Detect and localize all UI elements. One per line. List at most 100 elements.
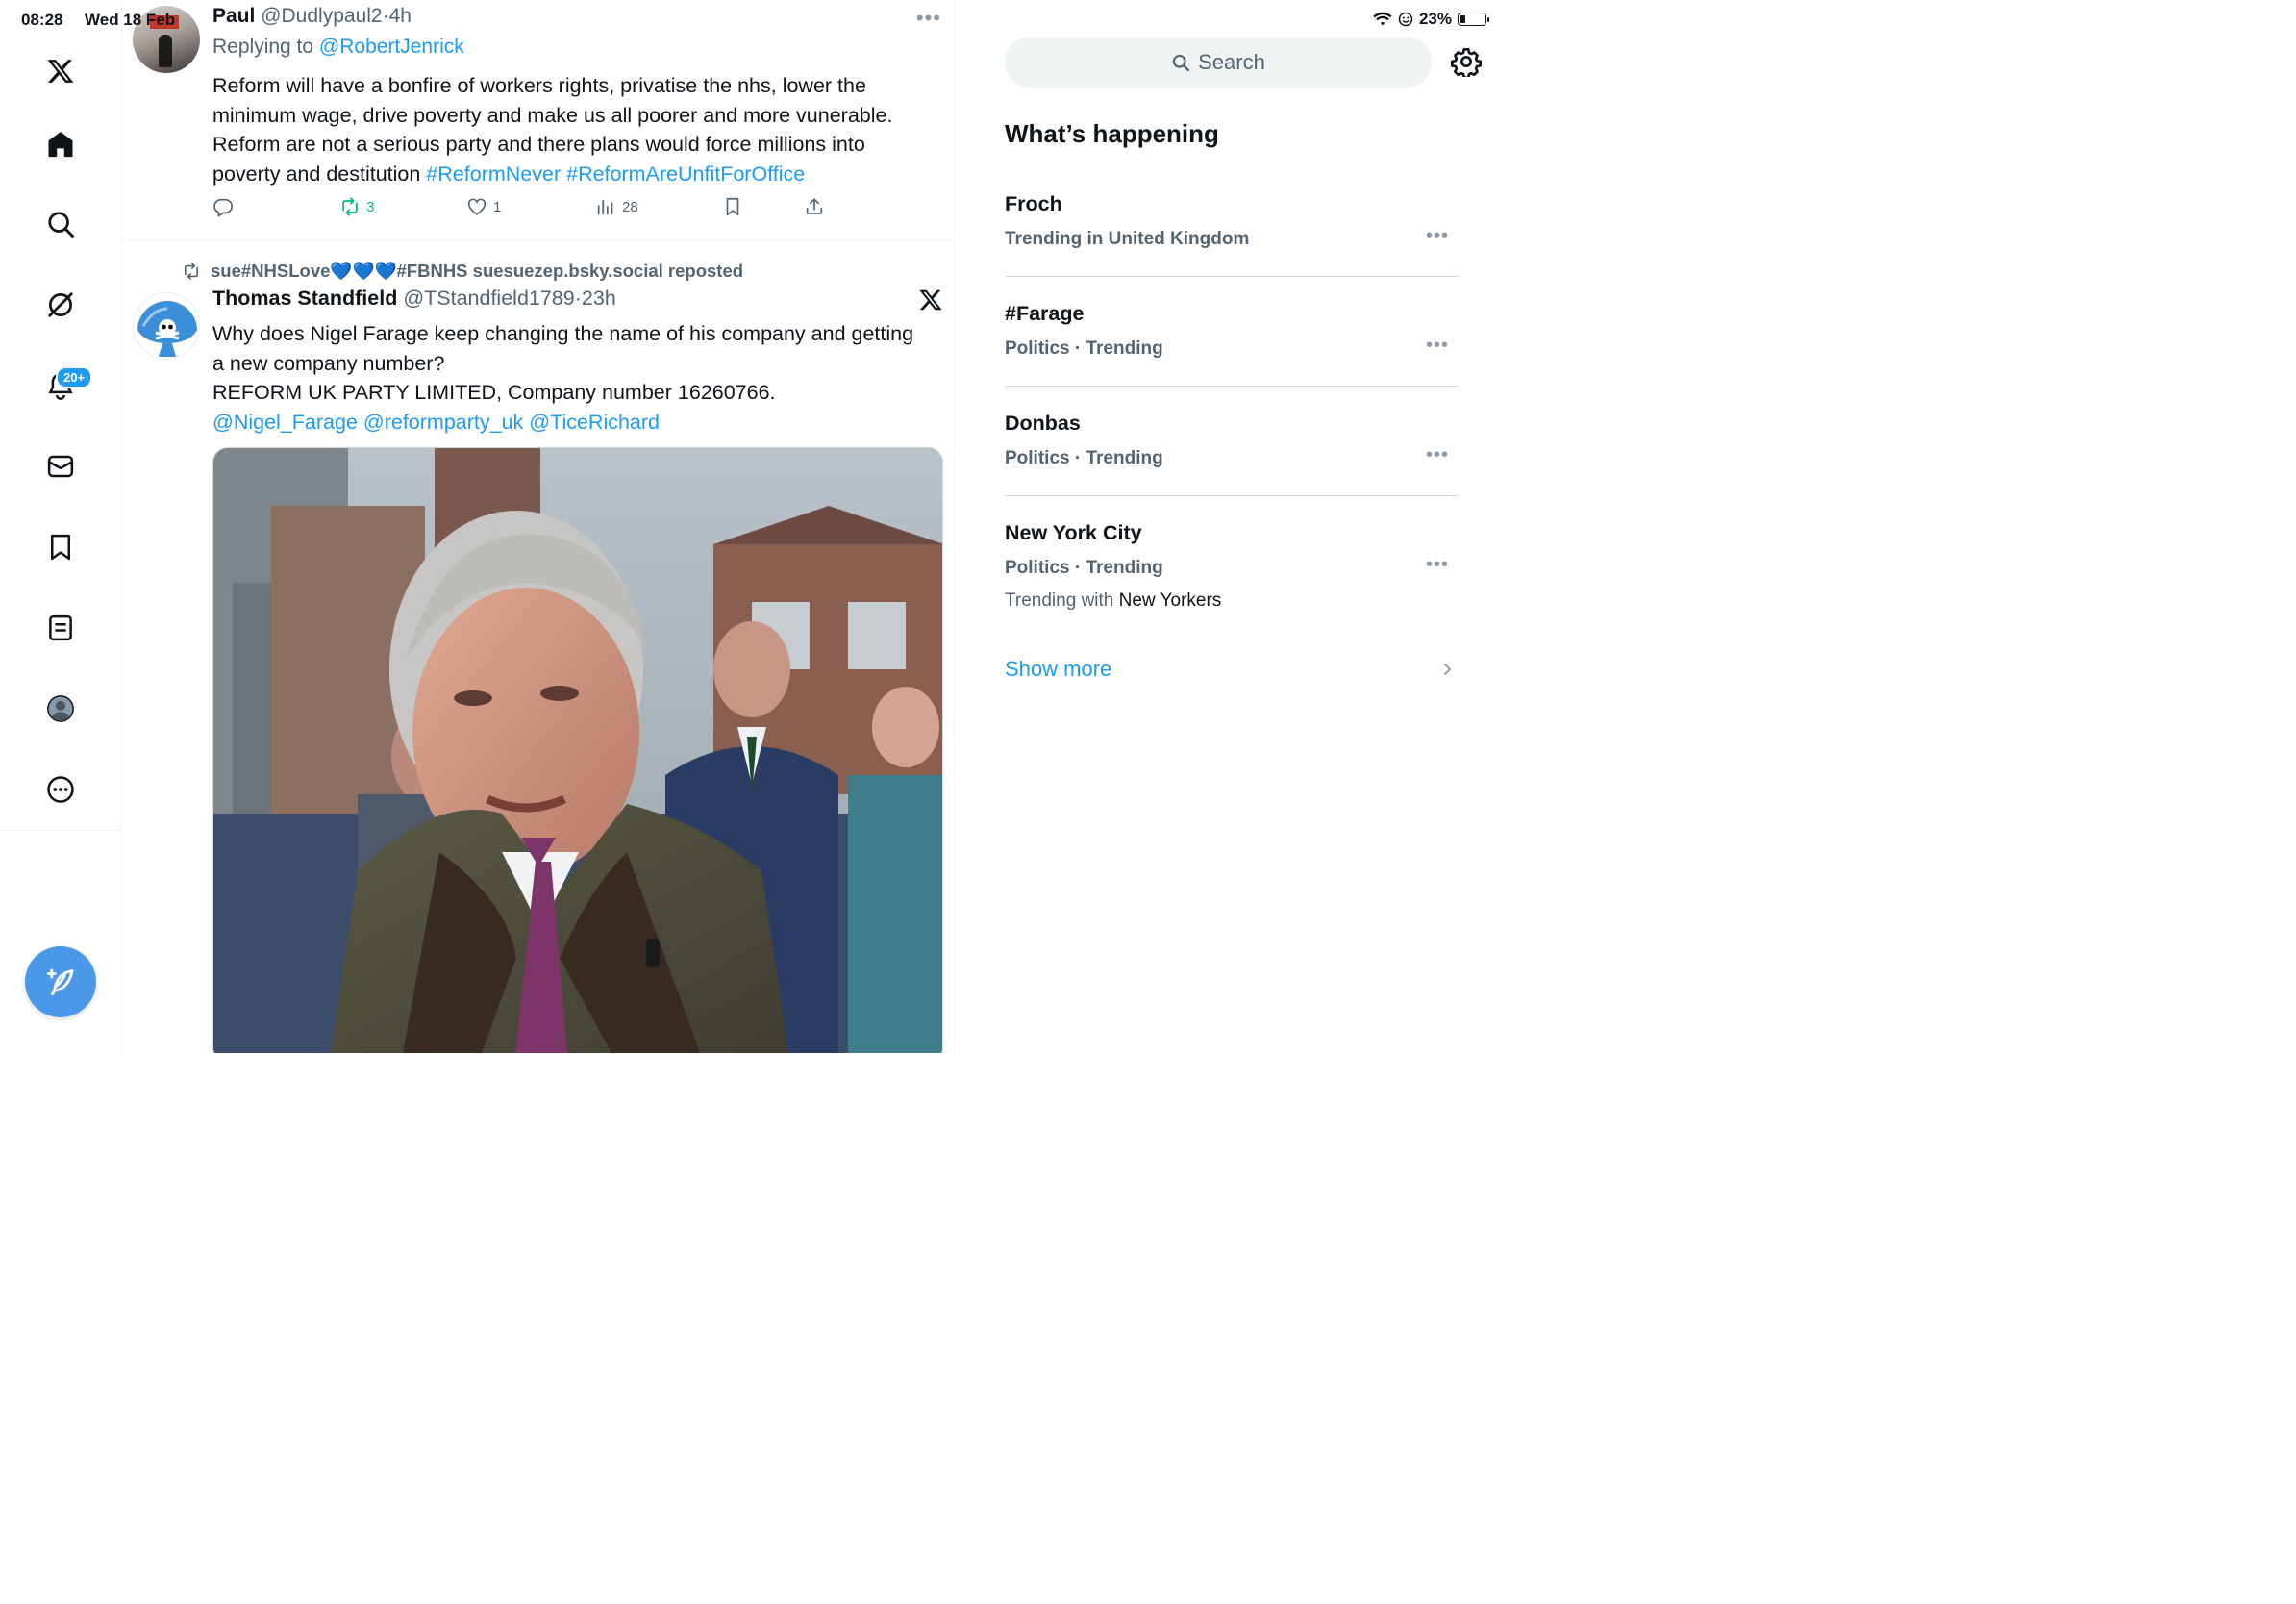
chevron-right-icon[interactable] [1441, 660, 1455, 679]
like-count: 1 [493, 198, 502, 215]
lists-icon[interactable] [37, 605, 84, 651]
bookmarks-icon[interactable] [37, 524, 84, 570]
post-separator: · [574, 287, 582, 310]
post-text-line: Reform are not a serious party and there… [212, 133, 865, 156]
repost-icon [342, 197, 358, 216]
x-logo-icon[interactable] [918, 288, 943, 313]
post-author-name[interactable]: Paul [212, 5, 255, 27]
replying-to-handle[interactable]: @RobertJenrick [319, 36, 464, 58]
post-time[interactable]: 4h [389, 5, 412, 27]
post-author-handle[interactable]: @Dudlypaul2 [261, 5, 382, 27]
trend-name: #Farage [1005, 302, 1085, 325]
compose-post-button[interactable] [25, 946, 96, 1017]
trend-item[interactable]: Donbas Politics · Trending ••• [1005, 402, 1459, 496]
trend-more-options-icon[interactable]: ••• [1426, 225, 1449, 247]
search-icon[interactable] [37, 201, 84, 247]
trend-name: New York City [1005, 521, 1142, 544]
search-placeholder: Search [1198, 49, 1265, 74]
settings-gear-icon[interactable] [1451, 46, 1482, 77]
mention-link[interactable]: @Nigel_Farage [212, 411, 358, 434]
post[interactable]: sue#NHSLove💙💙💙#FBNHS suesuezep.bsky.soci… [122, 241, 954, 1053]
avatar[interactable] [133, 6, 200, 73]
x-logo-icon[interactable] [37, 48, 84, 94]
post-text-line: @Nigel_Farage @reformparty_uk @TiceRicha… [212, 408, 943, 438]
share-icon [806, 198, 823, 214]
trend-context-value: New Yorkers [1118, 590, 1222, 611]
hashtag-link[interactable]: #ReformAreUnfitForOffice [566, 163, 805, 186]
right-sidebar: Search What’s happening Froch Trending i… [955, 0, 1508, 1053]
timeline: Paul @Dudlypaul2·4h ••• Replying to @Rob… [122, 0, 955, 1053]
views-count: 28 [622, 198, 638, 215]
post-media-photo[interactable] [212, 447, 943, 1053]
post-header: Thomas Standfield @TStandfield1789·23h [212, 287, 616, 311]
repost-icon [184, 263, 199, 280]
trend-meta: Politics · Trending [1005, 338, 1163, 359]
search-icon [1172, 54, 1190, 71]
repost-attribution[interactable]: sue#NHSLove💙💙💙#FBNHS suesuezep.bsky.soci… [182, 261, 743, 282]
trend-more-options-icon[interactable]: ••• [1426, 554, 1449, 576]
feather-plus-icon [46, 968, 74, 996]
reply-button[interactable] [212, 196, 234, 217]
profile-avatar-icon[interactable] [37, 686, 84, 732]
bookmark-button[interactable] [722, 196, 743, 217]
left-navigation: 20+ [0, 0, 122, 1053]
post-text-line: Why does Nigel Farage keep changing the … [212, 322, 914, 345]
search-input[interactable]: Search [1005, 37, 1432, 88]
post-text-line: REFORM UK PARTY LIMITED, Company number … [212, 381, 776, 404]
repost-attribution-text: sue#NHSLove💙💙💙#FBNHS suesuezep.bsky.soci… [211, 261, 744, 281]
replying-to: Replying to @RobertJenrick [212, 36, 464, 59]
trend-item[interactable]: Froch Trending in United Kingdom ••• [1005, 183, 1459, 277]
share-button[interactable] [804, 196, 825, 217]
post-author-name[interactable]: Thomas Standfield [212, 287, 397, 310]
post-header: Paul @Dudlypaul2·4h [212, 5, 412, 28]
views-button[interactable]: 28 [595, 196, 638, 217]
heart-icon [467, 198, 487, 215]
repost-count: 3 [366, 198, 375, 215]
post-text: Reform will have a bonfire of workers ri… [212, 71, 943, 188]
bookmark-icon [726, 197, 739, 216]
post[interactable]: Paul @Dudlypaul2·4h ••• Replying to @Rob… [122, 0, 954, 241]
post-actions: 3 1 28 [212, 196, 837, 223]
avatar-sign [150, 15, 179, 29]
trend-more-options-icon[interactable]: ••• [1426, 444, 1449, 466]
show-more-link[interactable]: Show more [1005, 657, 1111, 682]
post-separator: · [382, 5, 389, 27]
hashtag-link[interactable]: #ReformNever [426, 163, 561, 186]
post-text-line: poverty and destitution #ReformNever #Re… [212, 160, 943, 189]
notifications-badge: 20+ [56, 366, 93, 388]
post-text-line: a new company number? [212, 351, 445, 375]
trend-more-options-icon[interactable]: ••• [1426, 335, 1449, 357]
trend-context: Trending with New Yorkers [1005, 590, 1221, 612]
whats-happening-title: What’s happening [1005, 119, 1219, 148]
avatar[interactable] [133, 292, 200, 360]
replying-to-label: Replying to [212, 36, 314, 58]
trend-meta: Trending in United Kingdom [1005, 229, 1250, 249]
post-text-segment: poverty and destitution [212, 162, 421, 186]
grok-icon[interactable] [37, 282, 84, 328]
trend-context-label: Trending with [1005, 590, 1114, 611]
post-more-options-icon[interactable]: ••• [916, 6, 941, 31]
skull-tree-avatar-icon [134, 293, 199, 359]
views-chart-icon [597, 199, 613, 215]
reply-icon [213, 198, 233, 217]
repost-button[interactable]: 3 [339, 196, 374, 217]
trend-name: Froch [1005, 192, 1062, 215]
post-text-line: Reform will have a bonfire of workers ri… [212, 74, 866, 97]
messages-envelope-icon[interactable] [37, 443, 84, 489]
mention-link[interactable]: @reformparty_uk [363, 411, 523, 434]
post-text-line: minimum wage, drive poverty and make us … [212, 103, 893, 127]
nav-divider [0, 830, 122, 831]
avatar-figure [159, 35, 172, 67]
more-options-icon[interactable] [37, 766, 84, 813]
post-time[interactable]: 23h [582, 287, 616, 310]
trend-item[interactable]: #Farage Politics · Trending ••• [1005, 292, 1459, 387]
home-icon[interactable] [37, 121, 84, 167]
man-in-jacket-photo [213, 448, 942, 1053]
trend-meta: Politics · Trending [1005, 448, 1163, 468]
mention-link[interactable]: @TiceRichard [529, 411, 660, 434]
post-author-handle[interactable]: @TStandfield1789 [403, 287, 574, 310]
post-text: Why does Nigel Farage keep changing the … [212, 319, 943, 437]
like-button[interactable]: 1 [466, 196, 501, 217]
trend-meta: Politics · Trending [1005, 558, 1163, 578]
trend-item[interactable]: New York City Politics · Trending ••• Tr… [1005, 512, 1459, 617]
